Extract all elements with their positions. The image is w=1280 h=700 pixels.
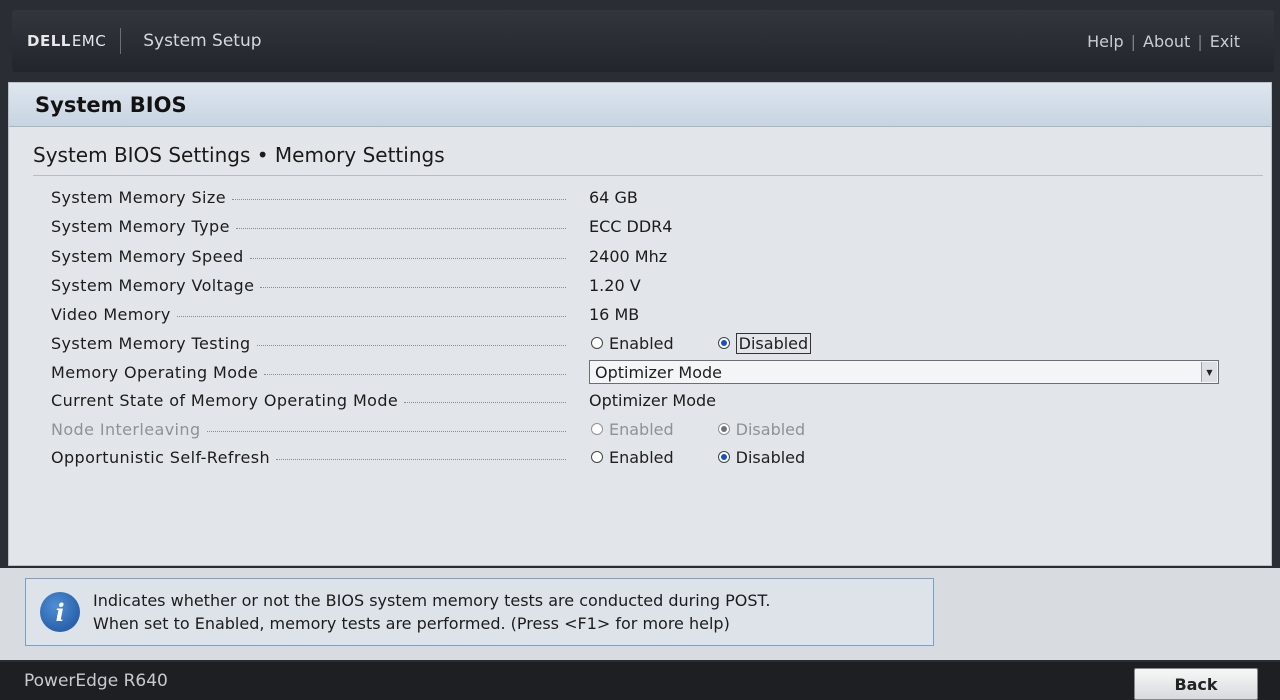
setting-row-memory-voltage: System Memory Voltage 1.20 V [9,271,1271,299]
operating-mode-select[interactable]: Optimizer Mode ▼ [589,360,1219,384]
radio-label: Enabled [609,333,674,353]
setting-label-text: Video Memory [51,304,171,324]
setting-row-self-refresh: Opportunistic Self-Refresh Enabled Disab… [9,443,1271,471]
server-model: PowerEdge R640 [24,671,168,691]
memory-voltage-value: 1.20 V [589,275,641,295]
setting-row-node-interleaving: Node Interleaving Enabled Disabled [9,415,1271,443]
help-box: i Indicates whether or not the BIOS syst… [25,578,934,646]
radio-selected-icon [717,423,730,435]
radio-label: Enabled [609,419,674,439]
setting-row-video-memory: Video Memory 16 MB [9,300,1271,328]
video-memory-value: 16 MB [589,304,640,324]
setting-row-memory-testing: System Memory Testing Enabled Disabled [9,329,1271,357]
subtitle-divider [33,175,1263,176]
setting-row-current-mode: Current State of Memory Operating Mode O… [9,386,1271,414]
node-interleaving-enabled-radio: Enabled [591,420,674,439]
leader-dots [264,373,566,375]
about-link[interactable]: About [1143,32,1190,51]
panel-title: System BIOS [9,83,1271,127]
memory-speed-value: 2400 Mhz [589,246,668,266]
leader-dots [235,227,566,229]
current-mode-value: Optimizer Mode [589,390,716,410]
setting-label: Current State of Memory Operating Mode [51,391,566,410]
radio-label: Enabled [609,447,674,467]
leader-dots [249,257,566,259]
link-separator: | [1130,31,1136,51]
setting-label: System Memory Speed [51,247,566,266]
radio-label: Disabled [735,447,806,467]
select-value: Optimizer Mode [595,362,722,382]
setting-label: Memory Operating Mode [51,363,566,382]
radio-selected-icon [717,337,730,349]
setting-row-memory-speed: System Memory Speed 2400 Mhz [9,242,1271,270]
radio-label: Disabled [735,332,812,354]
self-refresh-disabled-radio[interactable]: Disabled [717,447,806,467]
setting-label-text: System Memory Size [51,187,226,207]
leader-dots [260,286,566,288]
help-link[interactable]: Help [1087,32,1123,51]
help-area: i Indicates whether or not the BIOS syst… [0,568,1280,660]
bottom-bar: PowerEdge R640 Back [0,662,1280,700]
help-text: Indicates whether or not the BIOS system… [93,589,770,635]
setting-label-text: System Memory Type [51,216,230,236]
setting-label: System Memory Testing [51,334,566,353]
memory-testing-enabled-radio[interactable]: Enabled [591,334,674,353]
self-refresh-radio-group: Enabled Disabled [591,448,805,467]
dropdown-arrow-icon[interactable]: ▼ [1201,362,1217,382]
memory-type-value: ECC DDR4 [589,216,673,236]
setting-label: Video Memory [51,305,566,324]
logo-emc-text: EMC [71,32,107,50]
radio-circle-icon [591,423,603,435]
leader-dots [231,198,566,200]
header-links: Help | About | Exit [1087,32,1240,51]
setting-label-text: System Memory Speed [51,246,244,266]
link-separator: | [1197,31,1203,51]
top-header-bar: DELL EMC System Setup Help | About | Exit [12,10,1274,72]
setting-label-text: Current State of Memory Operating Mode [51,390,399,410]
memory-testing-radio-group: Enabled Disabled [591,332,812,354]
node-interleaving-disabled-radio: Disabled [717,419,806,439]
back-button[interactable]: Back [1134,668,1258,700]
help-line-2: When set to Enabled, memory tests are pe… [93,614,730,633]
app-title: System Setup [143,31,262,51]
setting-label-text: Memory Operating Mode [51,362,259,382]
memory-size-value: 64 GB [589,187,638,207]
setting-row-operating-mode: Memory Operating Mode Optimizer Mode ▼ [9,358,1271,386]
setting-label: Opportunistic Self-Refresh [51,448,566,467]
help-line-1: Indicates whether or not the BIOS system… [93,591,771,610]
setting-label: System Memory Size [51,188,566,207]
setting-row-memory-type: System Memory Type ECC DDR4 [9,212,1271,240]
setting-label: Node Interleaving [51,420,566,439]
leader-dots [176,315,566,317]
leader-dots [256,344,566,346]
setting-row-memory-size: System Memory Size 64 GB [9,183,1271,211]
page-subtitle: System BIOS Settings • Memory Settings [33,143,445,167]
setting-label: System Memory Voltage [51,276,566,295]
exit-link[interactable]: Exit [1210,32,1240,51]
leader-dots [276,458,566,460]
setting-label: System Memory Type [51,217,566,236]
radio-label: Disabled [735,419,806,439]
setting-label-text: System Memory Testing [51,333,251,353]
setting-label-text: Opportunistic Self-Refresh [51,447,271,467]
settings-panel: System BIOS System BIOS Settings • Memor… [8,82,1272,566]
memory-testing-disabled-radio[interactable]: Disabled [717,332,812,354]
setting-label-text: System Memory Voltage [51,275,255,295]
radio-circle-icon [591,337,603,349]
info-icon: i [40,592,80,632]
dell-emc-logo: DELL EMC [27,28,122,54]
leader-dots [404,401,566,403]
setting-label-text: Node Interleaving [51,419,201,439]
radio-selected-icon [717,451,730,463]
self-refresh-enabled-radio[interactable]: Enabled [591,448,674,467]
node-interleaving-radio-group: Enabled Disabled [591,420,805,439]
leader-dots [206,430,566,432]
radio-circle-icon [591,451,603,463]
logo-dell-text: DELL [27,32,71,50]
